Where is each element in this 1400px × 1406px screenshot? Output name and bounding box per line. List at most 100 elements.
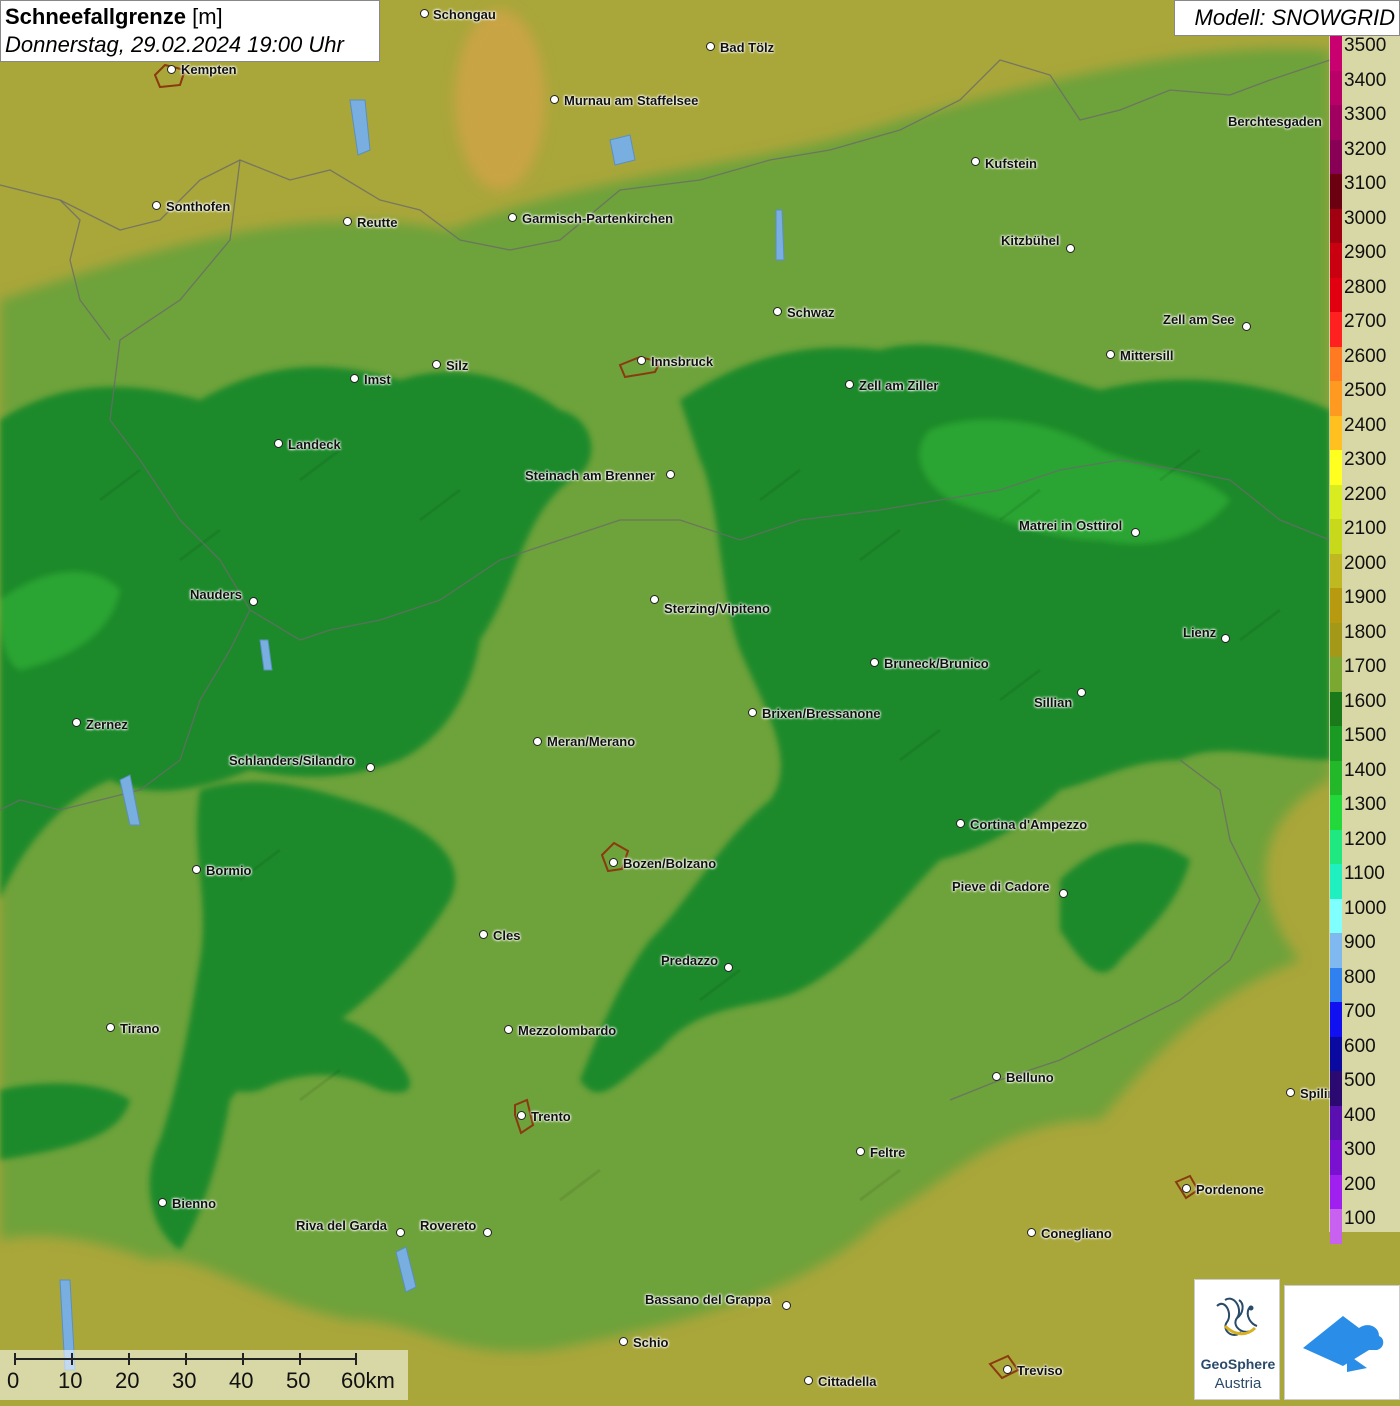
legend-label: 1500 — [1344, 725, 1387, 746]
legend-label: 1000 — [1344, 897, 1387, 919]
legend-label: 1100 — [1344, 863, 1385, 884]
legend-row: 1200 — [1329, 829, 1400, 864]
city-label[interactable]: Reutte — [357, 215, 397, 230]
city-label[interactable]: Steinach am Brenner — [525, 468, 655, 483]
legend-row: 1400 — [1329, 759, 1400, 795]
legend-swatch — [1330, 588, 1342, 623]
scale-tick — [242, 1353, 244, 1365]
scale-label: 60km — [341, 1368, 395, 1393]
city-label[interactable]: Mezzolombardo — [518, 1023, 616, 1038]
city-dot — [870, 658, 879, 667]
city-label[interactable]: Bruneck/Brunico — [884, 656, 989, 671]
scale-tick — [355, 1353, 357, 1365]
city-label[interactable]: Bad Tölz — [720, 40, 774, 55]
city-label[interactable]: Matrei in Osttirol — [1019, 518, 1122, 533]
city-label[interactable]: Predazzo — [661, 953, 718, 968]
city-label[interactable]: Bassano del Grappa — [645, 1292, 771, 1307]
city-label[interactable]: Garmisch-Partenkirchen — [522, 211, 673, 226]
city-label[interactable]: Belluno — [1006, 1070, 1054, 1085]
city-label[interactable]: Zernez — [86, 717, 128, 732]
legend-row: 2700 — [1329, 312, 1400, 347]
city-label[interactable]: Imst — [364, 372, 391, 387]
city-dot — [1131, 528, 1140, 537]
legend-swatch — [1330, 1209, 1342, 1244]
city-label[interactable]: Bienno — [172, 1196, 216, 1211]
city-dot — [856, 1147, 865, 1156]
city-label[interactable]: Trento — [531, 1109, 571, 1124]
scale-bar: 0 10 20 30 40 50 60km — [0, 1350, 408, 1400]
city-label[interactable]: Mittersill — [1120, 348, 1173, 363]
legend-label: 3100 — [1344, 173, 1387, 194]
city-label[interactable]: Brixen/Bressanone — [762, 706, 881, 721]
city-label[interactable]: Sillian — [1034, 695, 1072, 710]
city-label[interactable]: Zell am Ziller — [859, 378, 938, 393]
legend-row: 2600 — [1329, 346, 1400, 381]
city-dot — [106, 1023, 115, 1032]
legend-row: 3000 — [1329, 208, 1400, 243]
city-label[interactable]: Lienz — [1183, 625, 1216, 640]
geosphere-emblem-icon — [1216, 1297, 1258, 1336]
city-label[interactable]: Schlanders/Silandro — [229, 753, 355, 768]
legend-swatch — [1330, 1140, 1342, 1175]
city-dot — [1242, 322, 1251, 331]
city-label[interactable]: Treviso — [1017, 1363, 1063, 1378]
legend-label: 2300 — [1344, 449, 1387, 470]
city-label[interactable]: Berchtesgaden — [1228, 114, 1322, 129]
geosphere-name: GeoSphere — [1200, 1356, 1276, 1372]
city-label[interactable]: Innsbruck — [651, 354, 713, 369]
city-label[interactable]: Bormio — [206, 863, 252, 878]
city-label[interactable]: Schio — [633, 1335, 668, 1350]
city-label[interactable]: Schwaz — [787, 305, 835, 320]
legend-swatch — [1330, 657, 1342, 692]
city-label[interactable]: Cortina d'Ampezzo — [970, 817, 1087, 832]
city-label[interactable]: Kitzbühel — [1001, 233, 1060, 248]
city-label[interactable]: Spilimbergo — [1300, 1086, 1330, 1101]
legend-swatch — [1330, 105, 1342, 140]
legend-row: 2900 — [1329, 243, 1400, 278]
city-label[interactable]: Kempten — [181, 62, 237, 77]
legend-swatch — [1330, 519, 1342, 554]
scale-label: 0 — [7, 1368, 20, 1393]
legend-swatch — [1330, 898, 1342, 933]
city-label[interactable]: Meran/Merano — [547, 734, 635, 749]
geosphere-logo[interactable]: GeoSphere Austria — [1194, 1279, 1280, 1400]
legend-swatch — [1330, 415, 1342, 450]
city-label[interactable]: Sonthofen — [166, 199, 230, 214]
legend-label: 2400 — [1344, 414, 1387, 436]
legend-label: 2200 — [1344, 483, 1387, 505]
city-label[interactable]: Rovereto — [420, 1218, 476, 1233]
legend-row: 2800 — [1329, 277, 1400, 312]
weather-app-logo[interactable] — [1284, 1285, 1400, 1400]
city-label[interactable]: Riva del Garda — [296, 1218, 387, 1233]
city-label[interactable]: Silz — [446, 358, 468, 373]
city-label[interactable]: Cittadella — [818, 1374, 877, 1389]
city-label[interactable]: Conegliano — [1041, 1226, 1112, 1241]
city-label[interactable]: Tirano — [120, 1021, 160, 1036]
city-dot — [804, 1376, 813, 1385]
legend-label: 600 — [1344, 1035, 1376, 1057]
city-label[interactable]: Murnau am Staffelsee — [564, 93, 698, 108]
city-label[interactable]: Zell am See — [1163, 312, 1235, 327]
legend-label: 1400 — [1344, 759, 1387, 781]
scale-tick — [14, 1353, 16, 1365]
legend-row: 3200 — [1329, 139, 1400, 174]
legend-row: 2100 — [1329, 519, 1400, 554]
legend-swatch — [1330, 381, 1342, 416]
geosphere-subtitle: Austria — [1214, 1375, 1262, 1392]
city-label[interactable]: Nauders — [190, 587, 242, 602]
city-label[interactable]: Landeck — [288, 437, 341, 452]
city-label[interactable]: Sterzing/Vipiteno — [664, 601, 770, 616]
city-label[interactable]: Bozen/Bolzano — [623, 856, 716, 871]
city-dot — [343, 217, 352, 226]
city-label[interactable]: Cles — [493, 928, 520, 943]
city-label[interactable]: Schongau — [433, 7, 496, 22]
city-label[interactable]: Feltre — [870, 1145, 905, 1160]
city-label[interactable]: Pieve di Cadore — [952, 879, 1050, 894]
legend-label: 2900 — [1344, 242, 1387, 263]
city-label[interactable]: Pordenone — [1196, 1182, 1264, 1197]
city-label[interactable]: Kufstein — [985, 156, 1037, 171]
city-dot — [1003, 1365, 1012, 1374]
city-dot — [158, 1198, 167, 1207]
legend-row: 1000 — [1329, 897, 1400, 933]
legend-row: 1500 — [1329, 726, 1400, 761]
